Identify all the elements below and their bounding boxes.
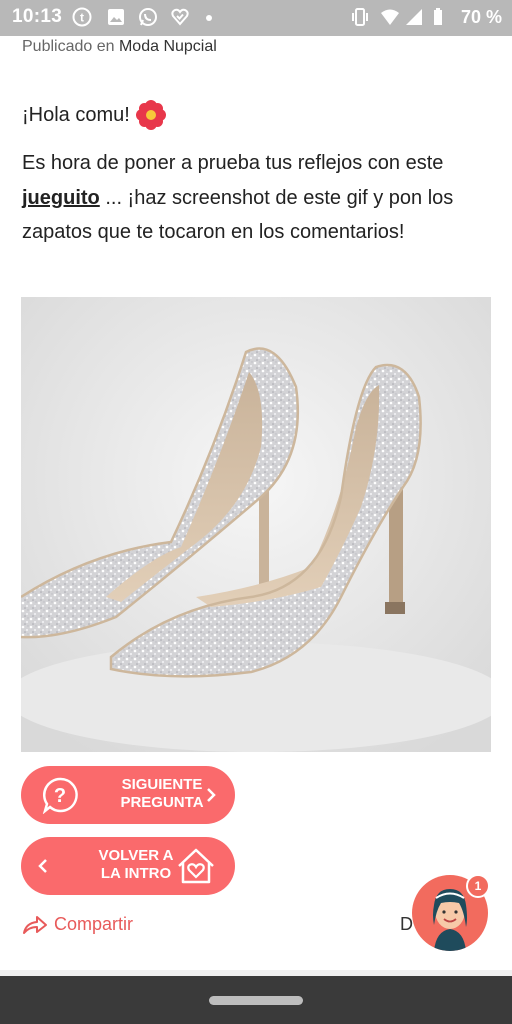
flower-emoji-icon: [135, 100, 166, 130]
share-label: Compartir: [54, 914, 134, 934]
signal-icon: [406, 9, 422, 25]
share-arrow-icon: [23, 915, 47, 934]
notification-dot: [206, 15, 212, 21]
question-bubble-icon: ?: [42, 777, 78, 814]
status-time: 10:13: [12, 6, 63, 27]
tumblr-icon: t: [72, 7, 92, 27]
svg-text:t: t: [80, 11, 84, 25]
back-to-intro-button[interactable]: VOLVER A LA INTRO: [21, 837, 235, 895]
whatsapp-icon: [139, 8, 157, 26]
chevron-right-icon: [207, 788, 216, 802]
greeting: ¡Hola comu!: [22, 100, 166, 130]
partial-footer-text: D: [400, 914, 413, 934]
chevron-left-icon: [38, 859, 47, 873]
battery-icon: [434, 8, 442, 25]
wifi-icon: [381, 9, 399, 25]
notification-badge: 1: [466, 874, 490, 898]
next-question-button[interactable]: ? SIGUIENTE PREGUNTA: [21, 766, 235, 824]
published-line: Publicado en Moda Nupcial: [22, 38, 217, 56]
shoes-image: [21, 297, 491, 752]
article-body: Es hora de poner a prueba tus reflejos c…: [22, 146, 492, 250]
published-prefix: Publicado en: [22, 38, 115, 55]
battery-level: 70 %: [460, 7, 502, 27]
status-bar: 10:13 t 70 %: [0, 0, 512, 36]
category-link[interactable]: Moda Nupcial: [119, 38, 217, 55]
house-heart-icon: [178, 848, 214, 884]
body-text-part1: Es hora de poner a prueba tus reflejos c…: [22, 152, 444, 174]
svg-text:?: ?: [54, 785, 66, 807]
home-gesture-handle[interactable]: [209, 996, 303, 1005]
next-question-label: SIGUIENTE PREGUNTA: [120, 776, 204, 811]
image-icon: [108, 9, 124, 25]
share-button[interactable]: Compartir: [22, 914, 133, 935]
heart-check-icon: [171, 8, 189, 26]
jueguito-link[interactable]: jueguito: [22, 187, 100, 209]
greeting-text: ¡Hola comu!: [22, 103, 130, 126]
vibrate-icon: [352, 8, 368, 26]
